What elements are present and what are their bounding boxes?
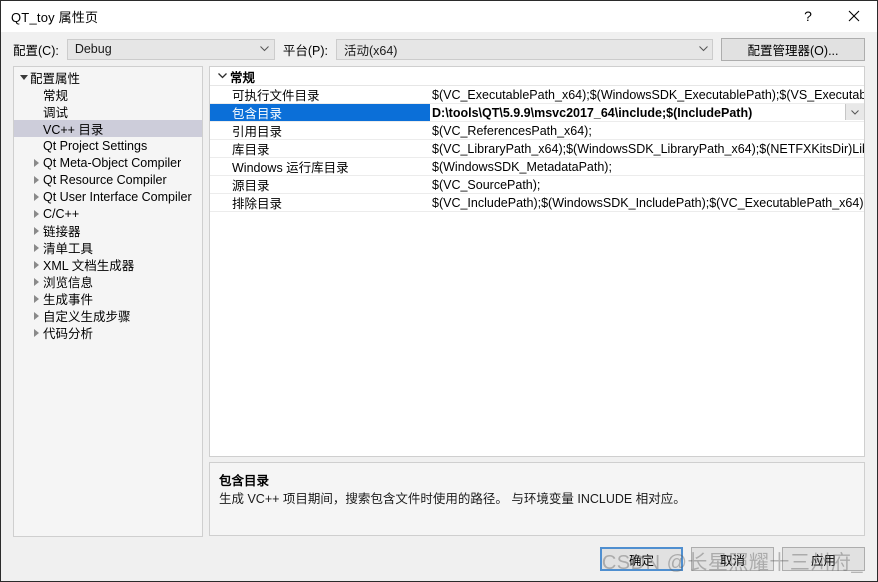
tree-item-2[interactable]: 调试 [14,103,202,120]
triangle-right-icon[interactable] [14,260,43,269]
configuration-value: Debug [74,42,112,56]
property-name: 引用目录 [232,125,283,139]
property-value[interactable]: $(VC_ExecutablePath_x64);$(WindowsSDK_Ex… [430,88,864,102]
property-name: 源目录 [232,179,270,193]
tree-item-14[interactable]: 自定义生成步骤 [14,307,202,324]
tree-item-label: C/C++ [43,206,80,221]
help-button[interactable]: ? [785,1,831,31]
property-name: 可执行文件目录 [232,89,320,103]
close-button[interactable] [831,1,877,31]
property-value[interactable]: D:\tools\QT\5.9.9\msvc2017_64\include;$(… [430,106,864,120]
configuration-bar: 配置(C): Debug 平台(P): 活动(x64) 配置管理器(O)... [1,32,877,66]
triangle-right-icon[interactable] [14,294,43,303]
chevron-down-icon [694,46,712,52]
title-bar: QT_toy 属性页 ? [1,1,877,32]
property-row[interactable]: 包含目录 D:\tools\QT\5.9.9\msvc2017_64\includ… [210,104,864,122]
property-group-label: 常规 [230,70,256,85]
tree-item-1[interactable]: 常规 [14,86,202,103]
tree-item-label: Qt Project Settings [43,138,148,153]
triangle-right-icon[interactable] [14,175,43,184]
property-value[interactable]: $(VC_ReferencesPath_x64); [430,124,864,138]
chevron-down-icon [256,46,274,52]
value-dropdown-button[interactable] [845,104,864,120]
apply-button[interactable]: 应用 [782,547,865,571]
tree-item-4[interactable]: Qt Project Settings [14,137,202,154]
title-bar-buttons: ? [785,1,877,31]
property-name: Windows 运行库目录 [232,161,349,175]
tree-item-13[interactable]: 生成事件 [14,290,202,307]
triangle-right-icon[interactable] [14,328,43,337]
property-value[interactable]: $(VC_SourcePath); [430,178,864,192]
close-icon [848,10,860,22]
configuration-dropdown[interactable]: Debug [66,38,275,60]
tree-item-12[interactable]: 浏览信息 [14,273,202,290]
platform-label: 平台(P): [282,43,328,58]
property-value[interactable]: $(VC_LibraryPath_x64);$(WindowsSDK_Libra… [430,142,864,156]
tree-item-label: Qt Meta-Object Compiler [43,155,182,170]
property-grid: 常规 可执行文件目录 $(VC_ExecutablePath_x64);$(Win… [209,66,865,457]
property-value[interactable]: $(VC_IncludePath);$(WindowsSDK_IncludePa… [430,196,864,210]
tree-item-label: 代码分析 [43,327,94,341]
triangle-right-icon[interactable] [14,277,43,286]
tree-item-label: Qt Resource Compiler [43,172,167,187]
tree-item-label: Qt User Interface Compiler [43,189,192,204]
tree-item-9[interactable]: 链接器 [14,222,202,239]
property-name: 库目录 [232,143,270,157]
description-title: 包含目录 [219,474,270,488]
cancel-button[interactable]: 取消 [691,547,774,571]
property-name: 包含目录 [210,104,430,121]
platform-dropdown[interactable]: 活动(x64) [335,38,713,60]
description-panel: 包含目录 生成 VC++ 项目期间，搜索包含文件时使用的路径。 与环境变量 IN… [209,462,865,536]
triangle-right-icon[interactable] [14,158,43,167]
configuration-label: 配置(C): [13,43,59,58]
property-group-header[interactable]: 常规 [210,67,864,86]
tree-item-11[interactable]: XML 文档生成器 [14,256,202,273]
property-row[interactable]: 排除目录 $(VC_IncludePath);$(WindowsSDK_Inclu… [210,194,864,212]
description-text: 生成 VC++ 项目期间，搜索包含文件时使用的路径。 与环境变量 INCLUDE… [219,492,686,506]
property-row[interactable]: 源目录 $(VC_SourcePath); [210,176,864,194]
tree-item-3[interactable]: VC++ 目录 [14,120,202,137]
property-value[interactable]: $(WindowsSDK_MetadataPath); [430,160,864,174]
triangle-right-icon[interactable] [14,243,43,252]
property-name: 排除目录 [232,197,283,211]
chevron-down-icon [851,109,859,115]
dialog-footer: 确定 取消 应用 CSDN @长星照耀十三州府_ [1,537,877,581]
triangle-right-icon[interactable] [14,209,43,218]
tree-item-0[interactable]: 配置属性 [14,69,202,86]
property-row[interactable]: 可执行文件目录 $(VC_ExecutablePath_x64);$(Window… [210,86,864,104]
chevron-down-icon[interactable] [214,73,230,79]
window-title: QT_toy 属性页 [11,9,99,25]
dialog-body: 配置属性 常规 调试 VC++ 目录 Qt Project Settings Qt Met… [1,66,877,537]
configuration-manager-button[interactable]: 配置管理器(O)... [721,37,865,61]
tree-item-5[interactable]: Qt Meta-Object Compiler [14,154,202,171]
property-tree[interactable]: 配置属性 常规 调试 VC++ 目录 Qt Project Settings Qt Met… [13,66,203,537]
right-pane: 常规 可执行文件目录 $(VC_ExecutablePath_x64);$(Win… [209,66,865,537]
tree-item-7[interactable]: Qt User Interface Compiler [14,188,202,205]
tree-item-10[interactable]: 清单工具 [14,239,202,256]
ok-button[interactable]: 确定 [600,547,683,571]
property-pages-dialog: QT_toy 属性页 ? 配置(C): Debug 平台(P): 活动(x64) [0,0,878,582]
triangle-right-icon[interactable] [14,192,43,201]
tree-item-6[interactable]: Qt Resource Compiler [14,171,202,188]
property-row[interactable]: Windows 运行库目录 $(WindowsSDK_MetadataPath); [210,158,864,176]
triangle-down-icon[interactable] [14,75,30,80]
property-row[interactable]: 引用目录 $(VC_ReferencesPath_x64); [210,122,864,140]
triangle-right-icon[interactable] [14,226,43,235]
tree-item-8[interactable]: C/C++ [14,205,202,222]
triangle-right-icon[interactable] [14,311,43,320]
tree-item-15[interactable]: 代码分析 [14,324,202,341]
question-mark-icon: ? [804,8,812,24]
platform-value: 活动(x64) [343,43,398,58]
property-grid-rows: 可执行文件目录 $(VC_ExecutablePath_x64);$(Window… [210,86,864,212]
tree-item-label: VC++ 目录 [43,123,104,137]
property-row[interactable]: 库目录 $(VC_LibraryPath_x64);$(WindowsSDK_Li… [210,140,864,158]
